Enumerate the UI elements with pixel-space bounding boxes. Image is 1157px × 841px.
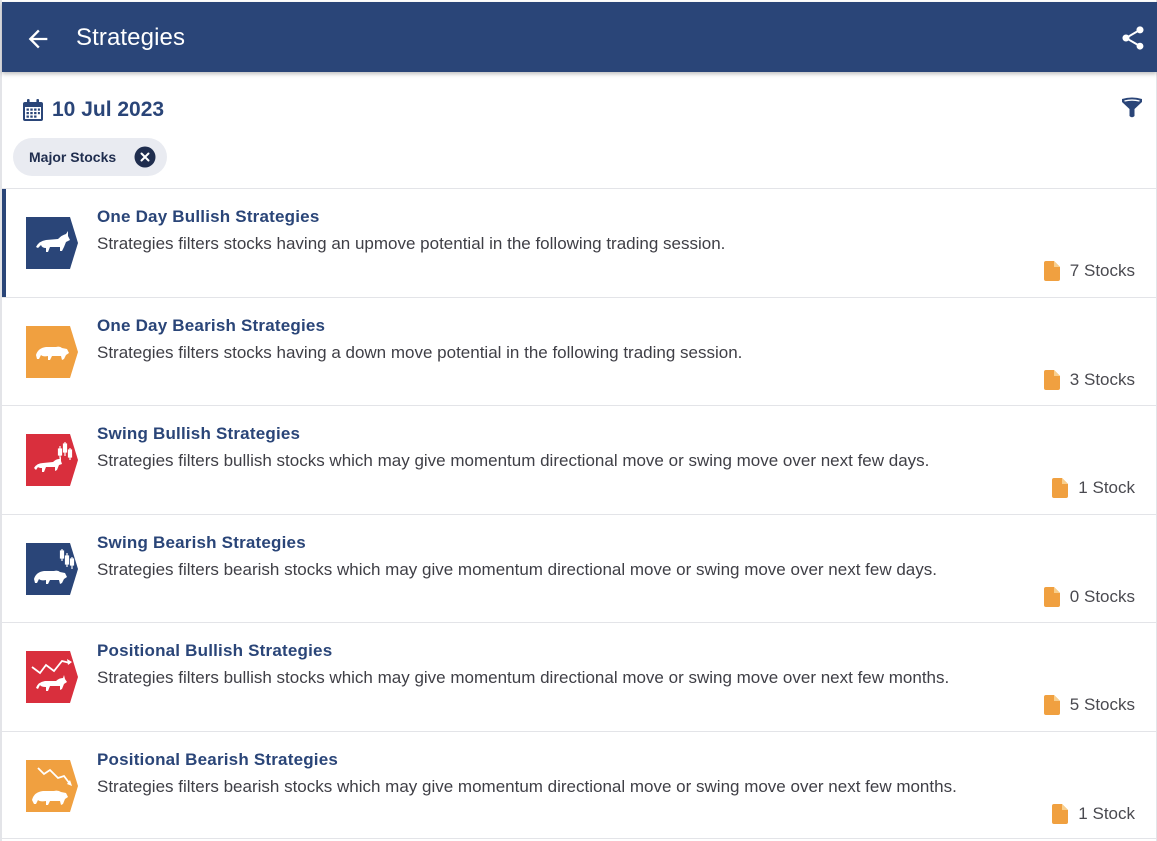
selected-date: 10 Jul 2023 [52,98,165,121]
strategy-item-swing-bearish[interactable]: Swing Bearish Strategies Strategies filt… [2,513,1157,623]
share-icon[interactable] [1119,24,1147,52]
stock-count: 0 Stocks [1043,586,1135,607]
stock-count: 3 Stocks [1043,369,1135,390]
strategy-item-swing-bullish[interactable]: Swing Bullish Strategies Strategies filt… [2,405,1157,514]
strategy-description: Strategies filters bullish stocks which … [97,451,930,470]
strategy-title: Positional Bullish Strategies [97,641,333,660]
stock-count: 5 Stocks [1043,695,1135,715]
strategy-item-positional-bullish[interactable]: Positional Bullish Strategies Strategies… [2,622,1157,731]
strategy-description: Strategies filters bullish stocks which … [97,668,950,687]
strategy-description: Strategies filters bearish stocks which … [97,776,957,796]
strategy-description: Strategies filters stocks having a down … [97,342,743,362]
document-icon [1043,261,1060,281]
document-icon [1043,695,1060,715]
strategy-item-one-day-bullish[interactable]: One Day Bullish Strategies Strategies fi… [2,188,1157,297]
stock-count: 1 Stock [1052,478,1135,498]
strategy-description: Strategies filters stocks having an upmo… [97,234,726,253]
stock-count-label: 1 Stock [1078,803,1135,823]
strategy-title: One Day Bullish Strategies [97,207,320,226]
date-selector[interactable]: 10 Jul 2023 [22,96,164,124]
close-circle-icon[interactable] [134,146,156,168]
bull-icon [26,217,78,269]
bear-candlestick-icon [26,542,78,595]
stock-count: 1 Stock [1052,803,1135,824]
stock-count-label: 1 Stock [1078,478,1135,497]
document-icon [1052,478,1069,498]
document-icon [1043,369,1060,390]
bull-candlestick-icon [26,434,78,486]
app-bar: Strategies [2,2,1157,72]
list-bottom-divider [2,838,1157,839]
filter-chip-major-stocks: Major Stocks [13,138,167,176]
stock-count-label: 3 Stocks [1069,369,1135,389]
filter-icon[interactable] [1121,97,1143,119]
bull-uptrend-icon [26,651,78,703]
strategy-title: Positional Bearish Strategies [97,749,339,769]
strategy-title: Swing Bearish Strategies [97,532,306,552]
strategy-list: One Day Bullish Strategies Strategies fi… [2,188,1157,839]
strategy-description: Strategies filters bearish stocks which … [97,559,937,579]
page-title: Strategies [76,24,186,51]
document-icon [1043,586,1060,607]
strategy-item-one-day-bearish[interactable]: One Day Bearish Strategies Strategies fi… [2,296,1157,406]
calendar-icon [23,99,43,121]
stock-count-label: 5 Stocks [1069,695,1135,714]
document-icon [1052,803,1069,824]
bear-icon [26,325,78,378]
stock-count-label: 0 Stocks [1069,586,1135,606]
arrow-left-icon[interactable] [24,25,52,53]
strategy-title: One Day Bearish Strategies [97,315,326,335]
strategy-title: Swing Bullish Strategies [97,424,301,443]
strategy-item-positional-bearish[interactable]: Positional Bearish Strategies Strategies… [2,730,1157,840]
filter-chip-label: Major Stocks [29,149,117,165]
bear-downtrend-icon [26,759,78,812]
stock-count: 7 Stocks [1043,261,1135,281]
stock-count-label: 7 Stocks [1069,261,1135,280]
